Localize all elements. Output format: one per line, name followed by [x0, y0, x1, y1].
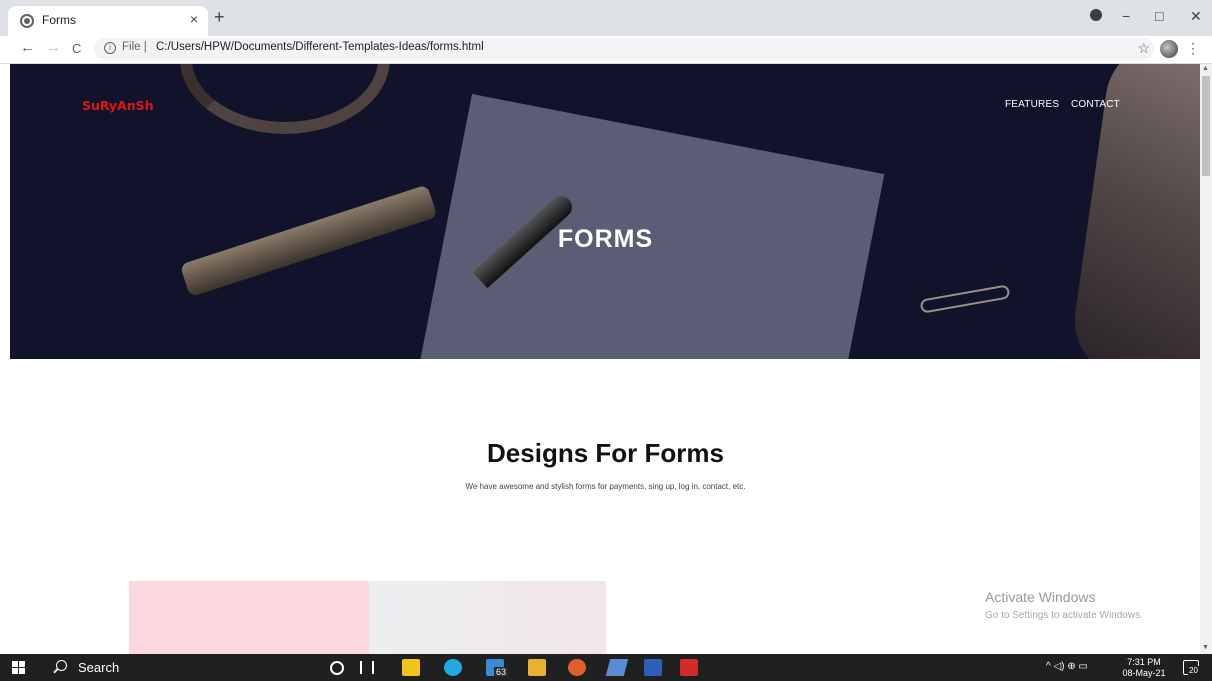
notification-badge: 20: [1188, 666, 1199, 675]
edge-icon[interactable]: [444, 659, 462, 676]
windows-taskbar: Search 63 ^ ◁) ⊕ ▭ 7:31 PM 08-May-21 20: [0, 654, 1212, 681]
activate-windows-title: Activate Windows: [985, 589, 1096, 605]
url-prefix: File |: [122, 41, 147, 53]
browser-tabstrip: Forms × + − □ ✕: [0, 0, 1212, 36]
acrobat-icon[interactable]: [680, 659, 698, 676]
page-scrollbar[interactable]: ▲ ▼: [1200, 64, 1212, 654]
taskbar-time[interactable]: 7:31 PM: [1124, 657, 1164, 667]
scroll-down-icon[interactable]: ▼: [1202, 644, 1209, 651]
cortana-icon[interactable]: [330, 661, 344, 675]
maximize-button[interactable]: □: [1155, 8, 1163, 24]
bookmark-star-icon[interactable]: ☆: [1137, 40, 1150, 57]
forward-button[interactable]: →: [46, 39, 61, 56]
url-text[interactable]: C:/Users/HPW/Documents/Different-Templat…: [156, 41, 484, 53]
section-subtitle: We have awesome and stylish forms for pa…: [465, 482, 746, 491]
taskbar-search-label: Search: [78, 660, 120, 675]
browser-menu-icon[interactable]: ⋮: [1186, 40, 1200, 57]
nav-link-contact[interactable]: CONTACT: [1071, 99, 1120, 110]
info-icon[interactable]: i: [104, 42, 116, 54]
page-viewport: SuRyAnSh FEATURES CONTACT FORMS Designs …: [0, 64, 1212, 654]
nav-link-features[interactable]: FEATURES: [1005, 99, 1059, 110]
address-bar[interactable]: i File | C:/Users/HPW/Documents/Differen…: [94, 38, 1154, 60]
back-button[interactable]: ←: [20, 39, 35, 56]
scroll-up-icon[interactable]: ▲: [1202, 65, 1209, 72]
taskbar-search[interactable]: Search: [48, 656, 318, 679]
store-icon[interactable]: [402, 659, 420, 676]
form-card-preview-right: [369, 581, 606, 654]
safety-pin-image: [919, 284, 1011, 314]
window-close-button[interactable]: ✕: [1190, 8, 1202, 25]
brand-logo[interactable]: SuRyAnSh: [82, 98, 154, 113]
form-card-preview-left: [129, 581, 369, 654]
task-view-icon[interactable]: [360, 661, 374, 674]
browser-toolbar: ← → C i File | C:/Users/HPW/Documents/Di…: [0, 36, 1212, 64]
browser-tab[interactable]: Forms ×: [8, 6, 208, 36]
minimize-button[interactable]: −: [1122, 8, 1130, 24]
hero-banner: SuRyAnSh FEATURES CONTACT FORMS: [10, 64, 1201, 359]
hero-title: FORMS: [557, 225, 654, 253]
word-icon[interactable]: [644, 659, 662, 676]
reload-button[interactable]: C: [72, 41, 81, 56]
section-title: Designs For Forms: [487, 438, 724, 468]
mail-badge: 63: [494, 667, 509, 677]
scroll-thumb[interactable]: [1202, 76, 1210, 176]
system-tray-icons[interactable]: ^ ◁) ⊕ ▭: [1046, 661, 1088, 672]
windows-start-icon[interactable]: [12, 661, 26, 674]
new-tab-button[interactable]: +: [214, 7, 225, 28]
profile-avatar[interactable]: [1160, 40, 1178, 58]
search-icon: [56, 660, 67, 671]
tab-title: Forms: [42, 13, 76, 27]
file-explorer-icon[interactable]: [528, 659, 546, 676]
chrome-icon[interactable]: [568, 659, 586, 676]
taskbar-date[interactable]: 08-May-21: [1120, 668, 1168, 678]
notes-app-icon[interactable]: [605, 659, 629, 676]
extension-icon[interactable]: [1090, 9, 1102, 21]
activate-windows-subtitle: Go to Settings to activate Windows.: [985, 610, 1143, 621]
globe-icon: [20, 14, 34, 28]
tab-close-icon[interactable]: ×: [190, 11, 198, 27]
ribbon-decoration: [180, 64, 390, 134]
